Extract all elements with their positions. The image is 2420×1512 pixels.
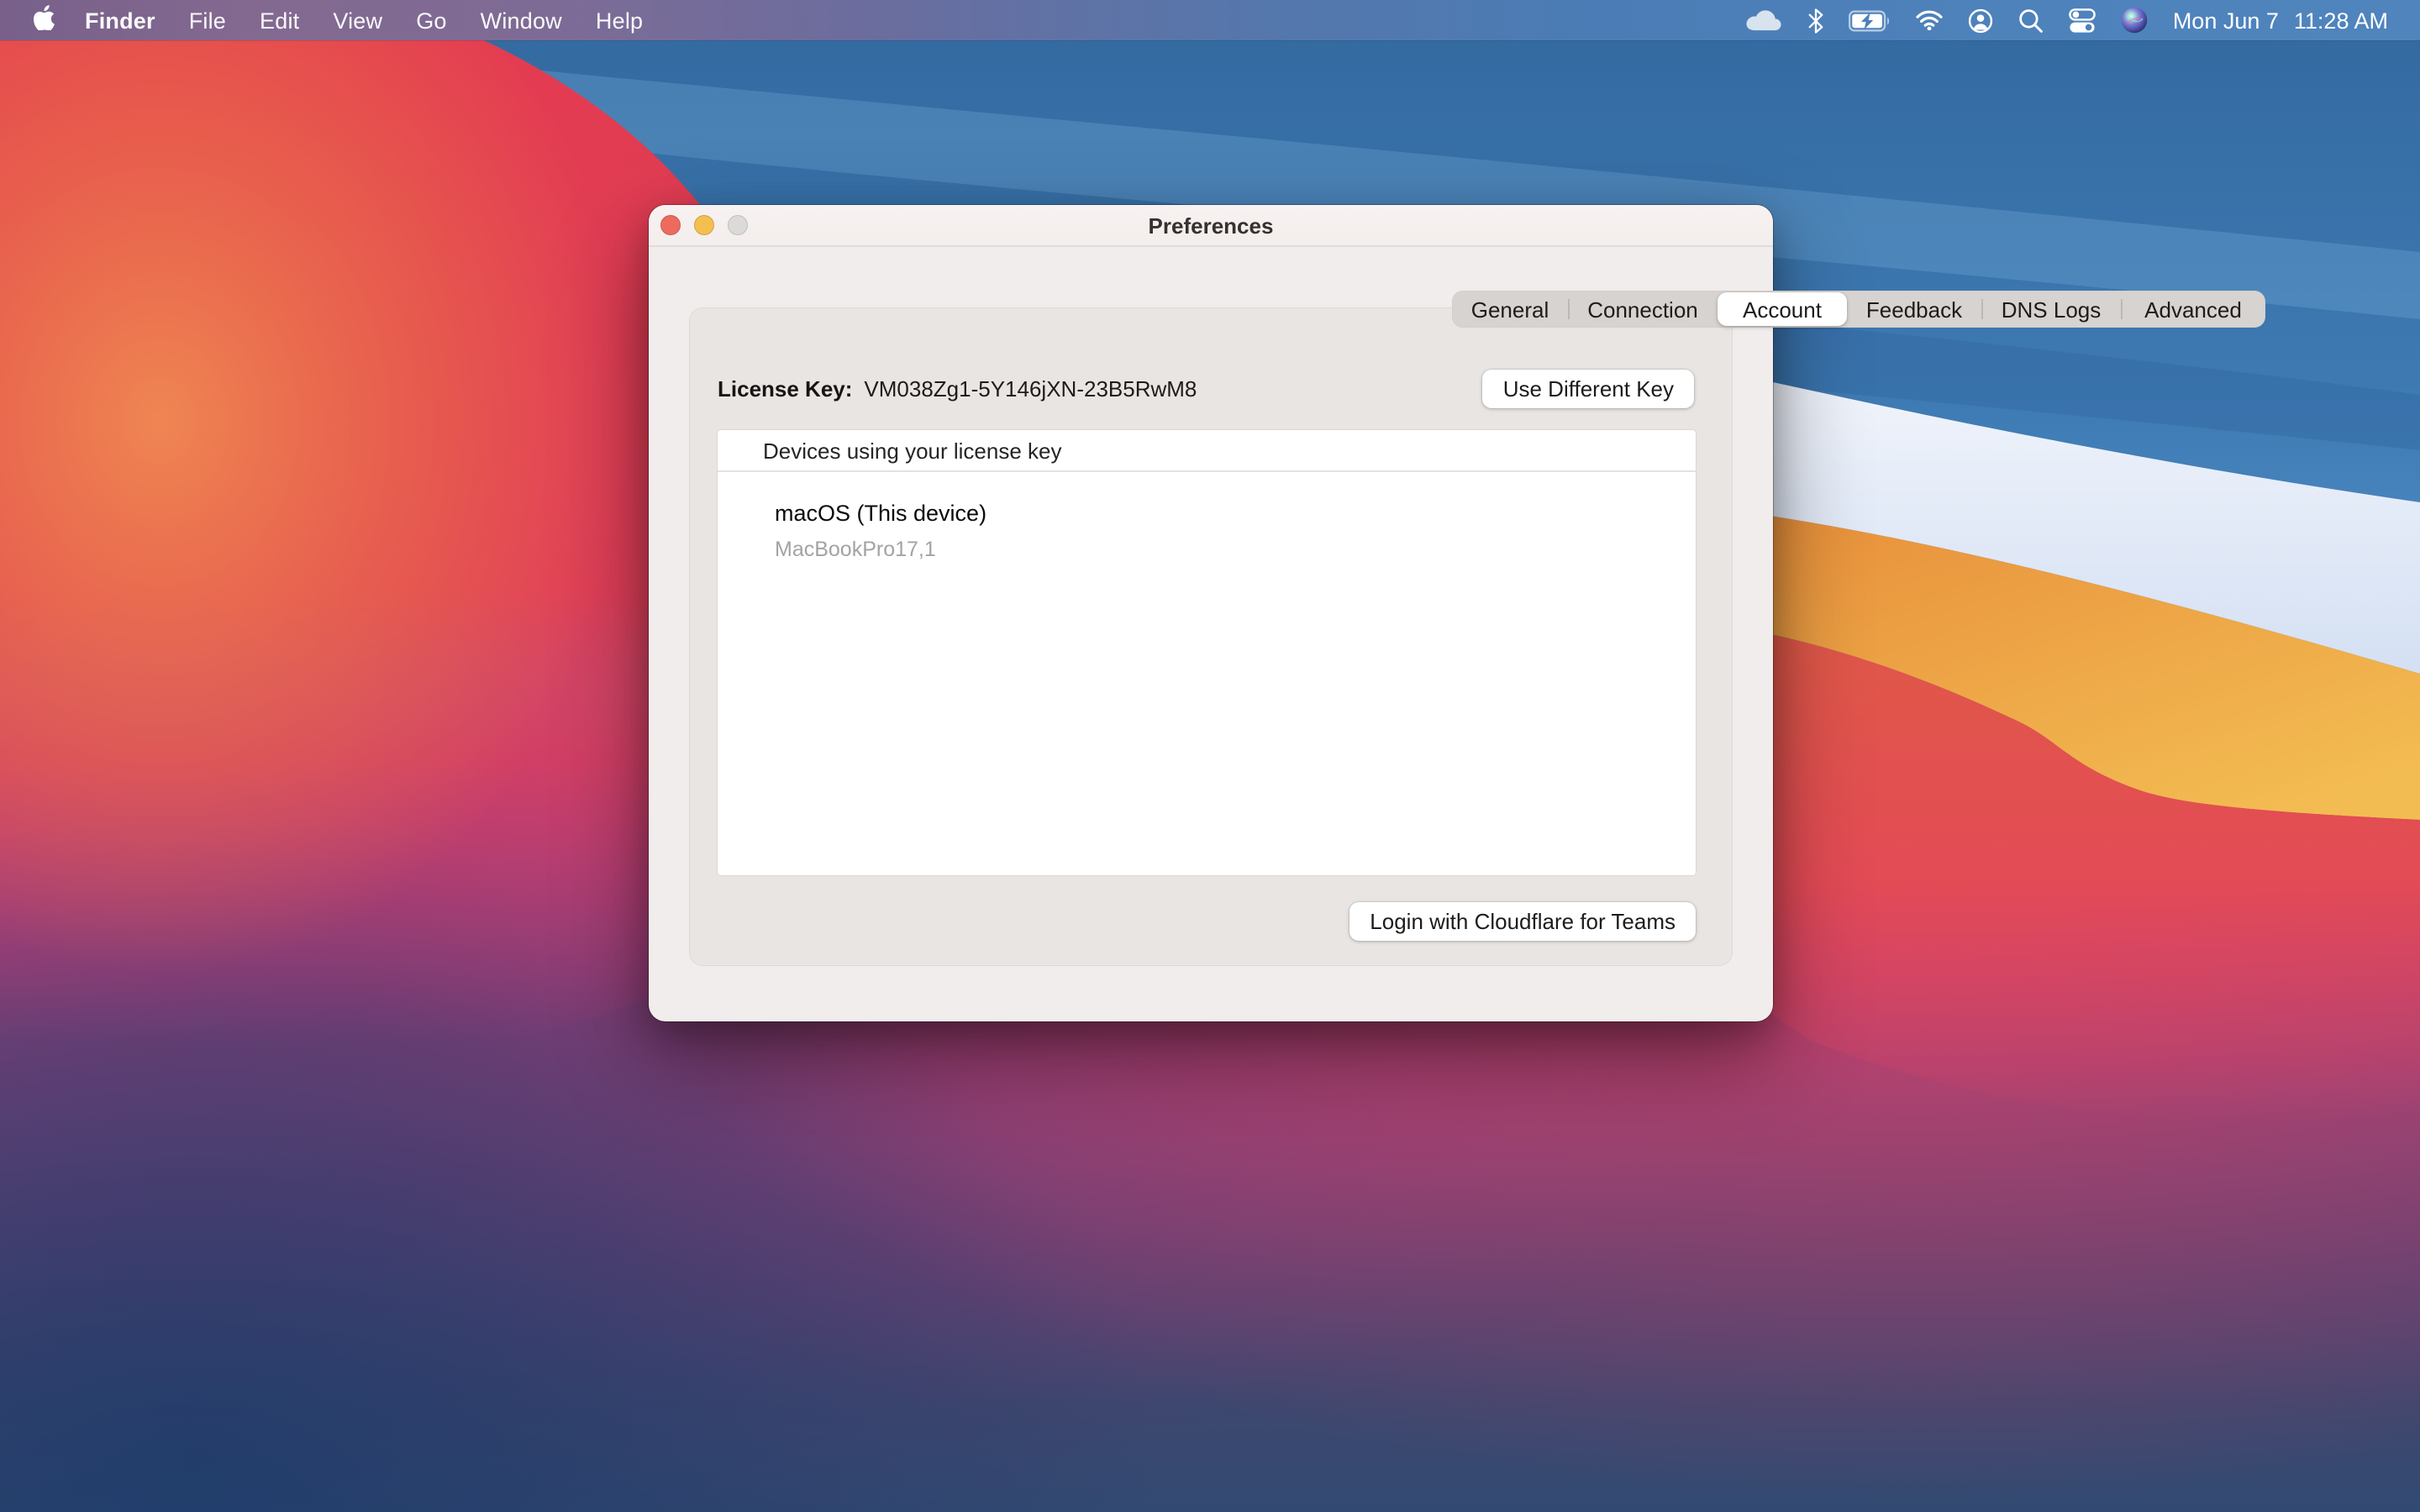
tab-dns-logs[interactable]: DNS Logs: [1981, 291, 2121, 328]
cloudflare-cloud-icon[interactable]: [1744, 0, 1783, 40]
menu-view[interactable]: View: [316, 0, 399, 40]
device-model: MacBookPro17,1: [775, 538, 1696, 561]
menu-finder[interactable]: Finder: [68, 0, 172, 40]
zoom-button-disabled: [728, 215, 748, 235]
tab-advanced[interactable]: Advanced: [2121, 291, 2265, 328]
login-with-teams-button[interactable]: Login with Cloudflare for Teams: [1349, 902, 1696, 941]
devices-table-header: Devices using your license key: [718, 430, 1696, 472]
menu-bar: Finder File Edit View Go Window Help: [0, 0, 2420, 40]
minimize-button[interactable]: [694, 215, 714, 235]
traffic-lights: [660, 205, 748, 245]
account-panel: License Key: VM038Zg1-5Y146jXN-23B5RwM8 …: [689, 307, 1733, 966]
tab-general[interactable]: General: [1452, 291, 1568, 328]
menu-edit[interactable]: Edit: [243, 0, 316, 40]
screen: Finder File Edit View Go Window Help: [0, 0, 2420, 1512]
apple-logo-icon: [34, 5, 55, 36]
tab-connection[interactable]: Connection: [1568, 291, 1718, 328]
menu-file[interactable]: File: [172, 0, 243, 40]
device-list-item[interactable]: macOS (This device) MacBookPro17,1: [718, 472, 1696, 561]
menu-bar-menus: Finder File Edit View Go Window Help: [0, 0, 660, 40]
apple-menu[interactable]: [17, 0, 68, 40]
window-title: Preferences: [649, 213, 1773, 238]
use-different-key-button[interactable]: Use Different Key: [1483, 369, 1694, 407]
bluetooth-icon[interactable]: [1808, 0, 1823, 40]
clock-time: 11:28 AM: [2294, 8, 2388, 33]
license-key-label: License Key:: [718, 375, 852, 401]
user-account-icon[interactable]: [1968, 0, 1993, 40]
menu-window[interactable]: Window: [464, 0, 579, 40]
login-row: Login with Cloudflare for Teams: [718, 902, 1696, 941]
devices-table: Devices using your license key macOS (Th…: [718, 430, 1696, 875]
license-key-value: VM038Zg1-5Y146jXN-23B5RwM8: [864, 375, 1197, 401]
license-row: License Key: VM038Zg1-5Y146jXN-23B5RwM8 …: [718, 368, 1694, 408]
spotlight-search-icon[interactable]: [2018, 0, 2044, 40]
clock-date: Mon Jun 7: [2173, 8, 2279, 33]
menu-bar-status: Mon Jun 7 11:28 AM: [1744, 0, 2420, 40]
siri-icon[interactable]: [2121, 0, 2148, 40]
menu-bar-clock[interactable]: Mon Jun 7 11:28 AM: [2173, 8, 2388, 33]
window-title-bar[interactable]: Preferences: [649, 205, 1773, 247]
control-center-icon[interactable]: [2069, 0, 2096, 40]
menu-help[interactable]: Help: [579, 0, 660, 40]
menu-go[interactable]: Go: [399, 0, 463, 40]
device-name: macOS (This device): [775, 501, 1696, 526]
tab-feedback[interactable]: Feedback: [1847, 291, 1981, 328]
wifi-icon[interactable]: [1916, 0, 1943, 40]
battery-charging-icon[interactable]: [1849, 0, 1891, 40]
tab-bar: General Connection Account Feedback DNS …: [1452, 291, 2265, 328]
tab-account[interactable]: Account: [1718, 292, 1847, 326]
close-button[interactable]: [660, 215, 681, 235]
preferences-window: Preferences General Connection Account F…: [649, 205, 1773, 1021]
